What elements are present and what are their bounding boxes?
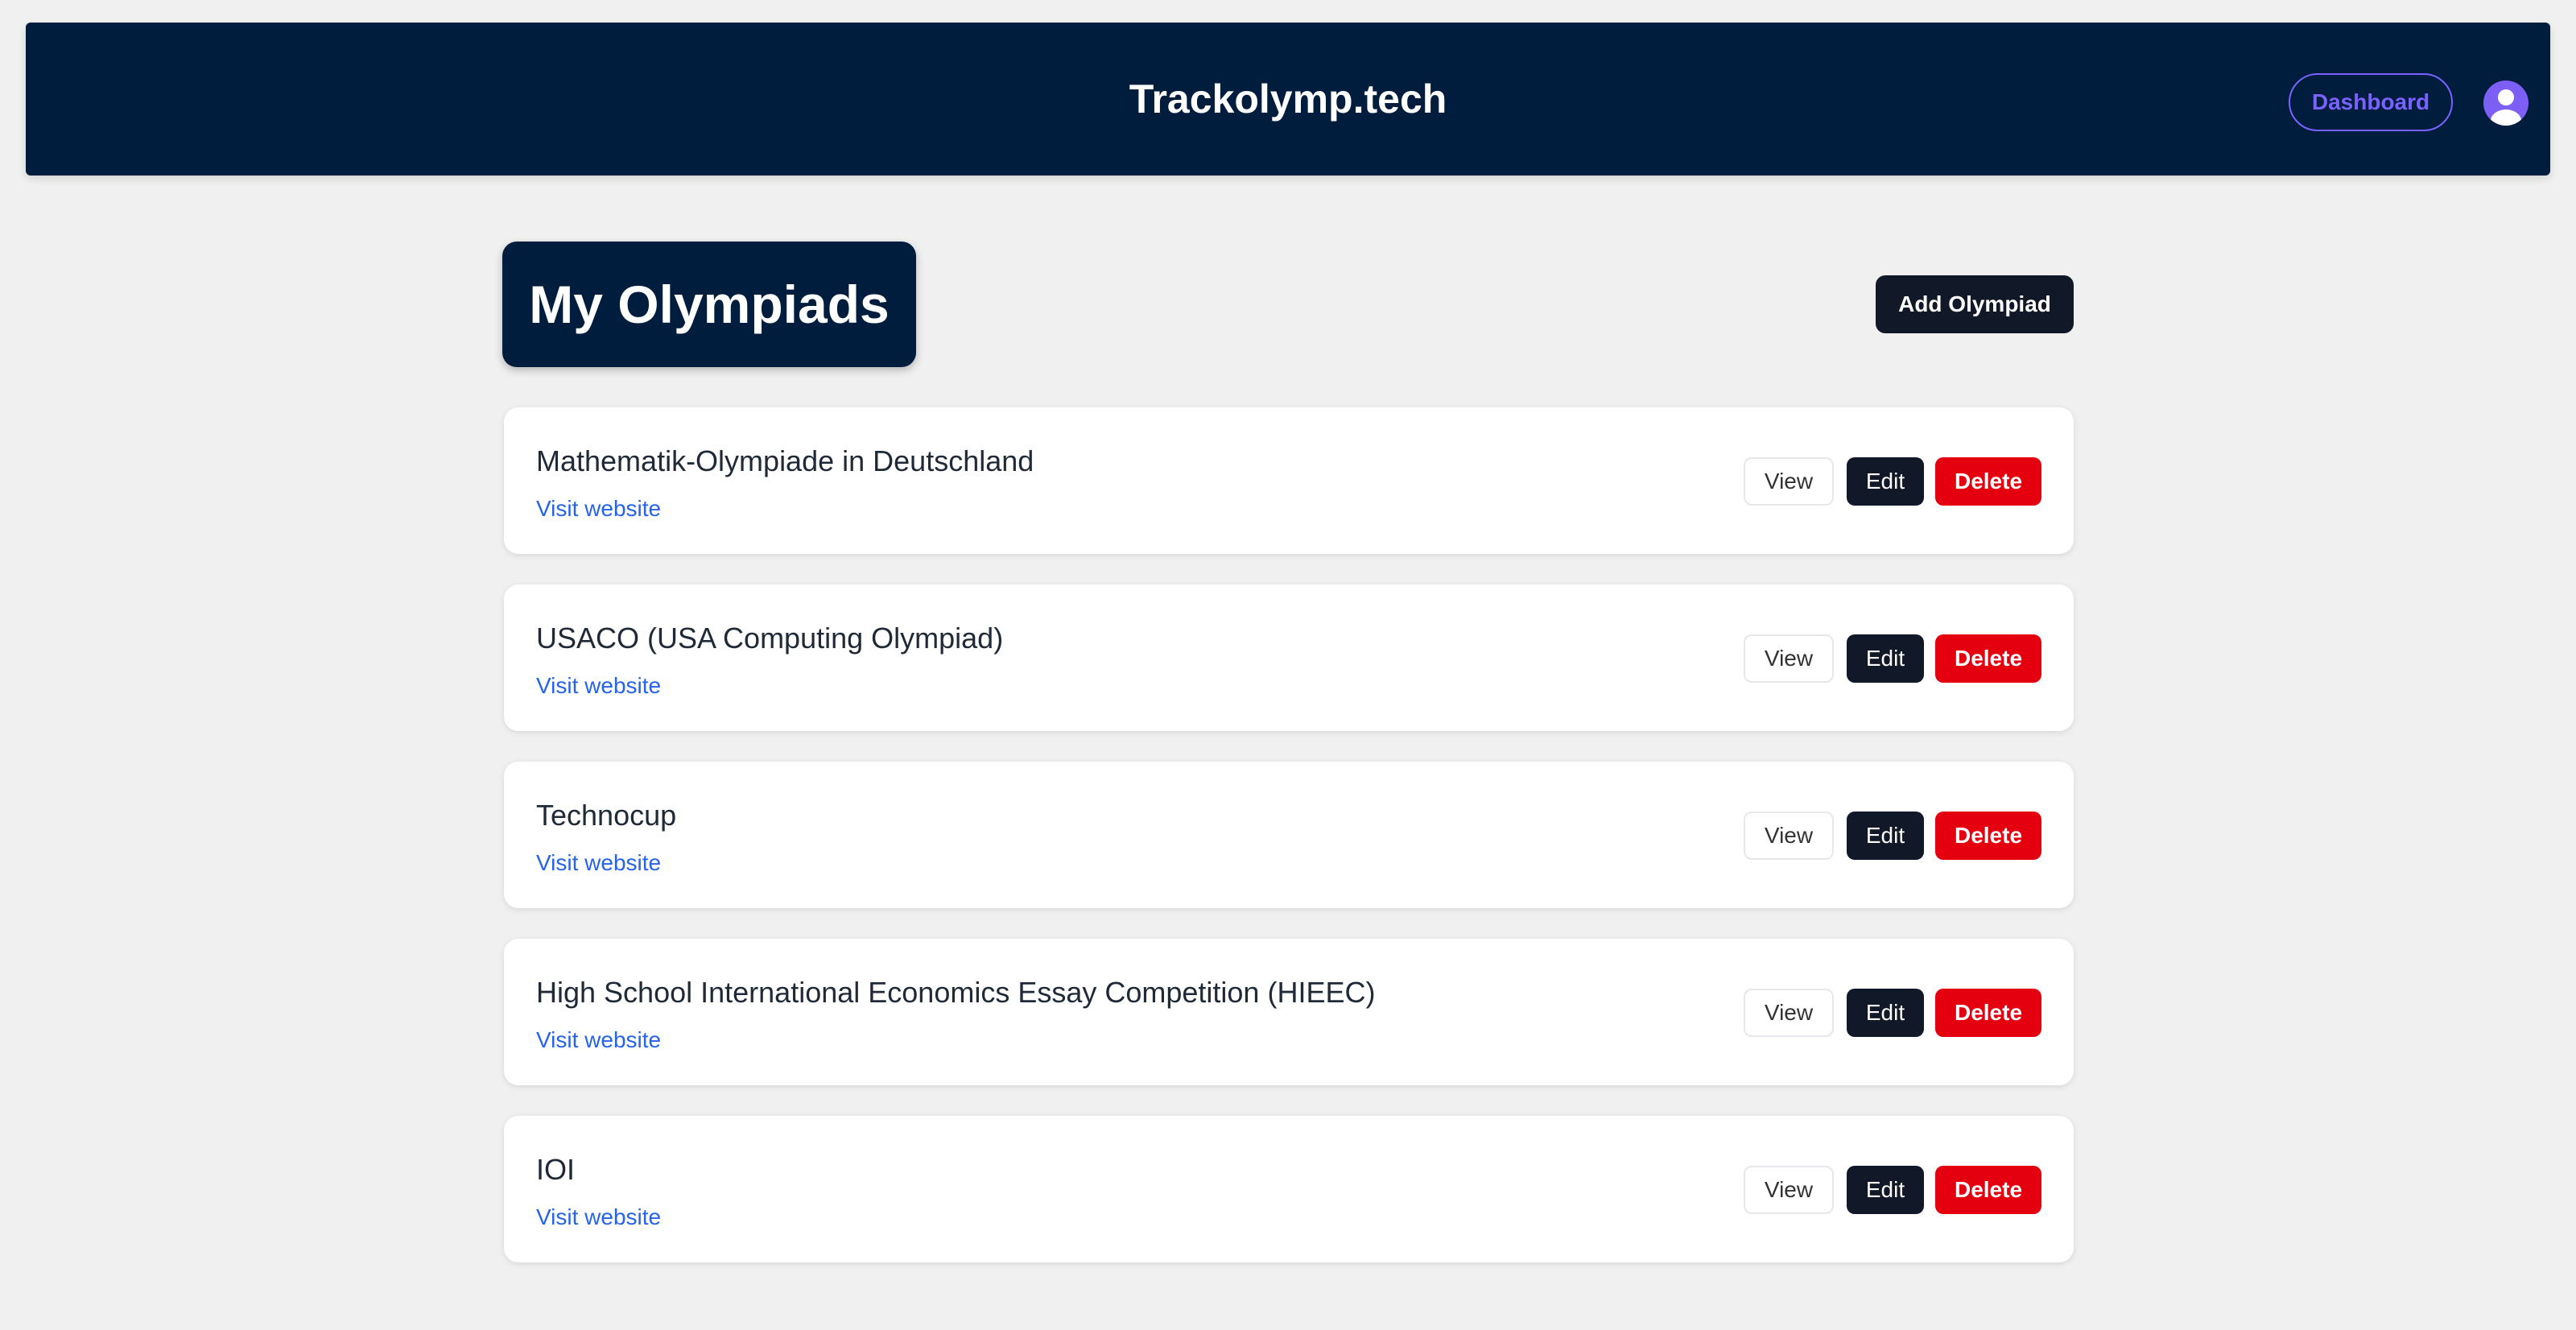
edit-button[interactable]: Edit: [1847, 989, 1924, 1037]
olympiad-card: USACO (USA Computing Olympiad) Visit web…: [504, 584, 2074, 731]
olympiad-card: Technocup Visit website View Edit Delete: [504, 762, 2074, 908]
edit-button[interactable]: Edit: [1847, 457, 1924, 506]
view-button[interactable]: View: [1744, 634, 1834, 683]
visit-website-link[interactable]: Visit website: [536, 496, 661, 522]
olympiad-card: High School International Economics Essa…: [504, 939, 2074, 1085]
user-avatar-icon[interactable]: [2483, 81, 2529, 126]
olympiad-card: IOI Visit website View Edit Delete: [504, 1116, 2074, 1262]
view-button[interactable]: View: [1744, 812, 1834, 860]
brand-title[interactable]: Trackolymp.tech: [26, 23, 2550, 176]
page-title: My Olympiads: [502, 242, 916, 367]
visit-website-link[interactable]: Visit website: [536, 850, 661, 876]
add-olympiad-button[interactable]: Add Olympiad: [1876, 275, 2074, 333]
view-button[interactable]: View: [1744, 989, 1834, 1037]
edit-button[interactable]: Edit: [1847, 634, 1924, 683]
dashboard-button[interactable]: Dashboard: [2289, 73, 2453, 131]
visit-website-link[interactable]: Visit website: [536, 1204, 661, 1230]
olympiad-name: USACO (USA Computing Olympiad): [536, 622, 1004, 655]
view-button[interactable]: View: [1744, 457, 1834, 506]
olympiad-name: High School International Economics Essa…: [536, 976, 1376, 1009]
olympiad-name: Technocup: [536, 799, 677, 832]
delete-button[interactable]: Delete: [1935, 812, 2041, 860]
view-button[interactable]: View: [1744, 1166, 1834, 1214]
visit-website-link[interactable]: Visit website: [536, 673, 661, 699]
top-navbar: Trackolymp.tech Dashboard: [26, 23, 2550, 176]
visit-website-link[interactable]: Visit website: [536, 1027, 661, 1053]
olympiad-card: Mathematik-Olympiade in Deutschland Visi…: [504, 407, 2074, 554]
olympiad-name: IOI: [536, 1153, 576, 1186]
edit-button[interactable]: Edit: [1847, 1166, 1924, 1214]
delete-button[interactable]: Delete: [1935, 457, 2041, 506]
edit-button[interactable]: Edit: [1847, 812, 1924, 860]
delete-button[interactable]: Delete: [1935, 989, 2041, 1037]
delete-button[interactable]: Delete: [1935, 634, 2041, 683]
delete-button[interactable]: Delete: [1935, 1166, 2041, 1214]
olympiad-name: Mathematik-Olympiade in Deutschland: [536, 444, 1034, 477]
